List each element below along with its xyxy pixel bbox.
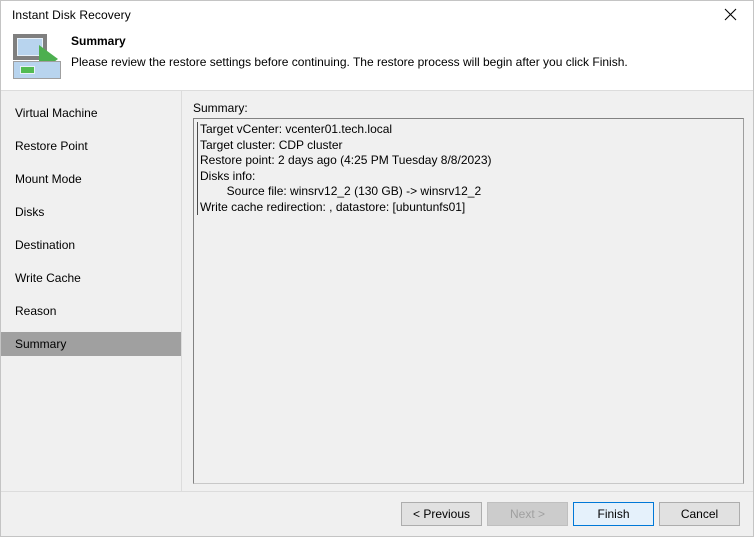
summary-line: Write cache redirection: , datastore: [u… <box>200 199 466 214</box>
titlebar: Instant Disk Recovery <box>1 1 753 28</box>
finish-button[interactable]: Finish <box>573 502 654 526</box>
close-icon[interactable] <box>707 1 753 28</box>
cancel-button[interactable]: Cancel <box>659 502 740 526</box>
main-panel: Summary: Target vCenter: vcenter01.tech.… <box>182 91 753 491</box>
summary-line: Target cluster: CDP cluster <box>200 137 343 152</box>
disk-bay-shape <box>13 61 61 79</box>
summary-line: Disks info: <box>200 168 256 183</box>
summary-line: Source file: winsrv12_2 (130 GB) -> wins… <box>200 184 482 198</box>
sidebar-item-disks[interactable]: Disks <box>1 200 181 224</box>
disk-led-shape <box>20 66 35 74</box>
header-text-group: Summary Please review the restore settin… <box>71 33 628 70</box>
sidebar-item-restore-point[interactable]: Restore Point <box>1 134 181 158</box>
sidebar-item-virtual-machine[interactable]: Virtual Machine <box>1 101 181 125</box>
sidebar-item-write-cache[interactable]: Write Cache <box>1 266 181 290</box>
sidebar-item-destination[interactable]: Destination <box>1 233 181 257</box>
summary-textbox[interactable]: Target vCenter: vcenter01.tech.local Tar… <box>193 118 744 484</box>
summary-line: Restore point: 2 days ago (4:25 PM Tuesd… <box>200 153 492 167</box>
summary-text-content: Target vCenter: vcenter01.tech.local Tar… <box>197 122 739 215</box>
dialog-header: Summary Please review the restore settin… <box>1 28 753 91</box>
dialog-footer: < Previous Next > Finish Cancel <box>1 491 753 536</box>
page-title: Summary <box>71 34 126 48</box>
window-title: Instant Disk Recovery <box>12 7 131 22</box>
sidebar-item-mount-mode[interactable]: Mount Mode <box>1 167 181 191</box>
instant-disk-recovery-dialog: Instant Disk Recovery Summary Please rev… <box>0 0 754 537</box>
dialog-body: Virtual Machine Restore Point Mount Mode… <box>1 91 753 491</box>
page-description: Please review the restore settings befor… <box>71 55 628 69</box>
wizard-step-nav: Virtual Machine Restore Point Mount Mode… <box>1 91 182 491</box>
instant-disk-recovery-icon <box>11 32 61 80</box>
next-button: Next > <box>487 502 568 526</box>
previous-button[interactable]: < Previous <box>401 502 482 526</box>
sidebar-item-summary[interactable]: Summary <box>1 332 181 356</box>
summary-label: Summary: <box>193 101 248 115</box>
sidebar-item-reason[interactable]: Reason <box>1 299 181 323</box>
summary-line: Target vCenter: vcenter01.tech.local <box>200 122 393 136</box>
